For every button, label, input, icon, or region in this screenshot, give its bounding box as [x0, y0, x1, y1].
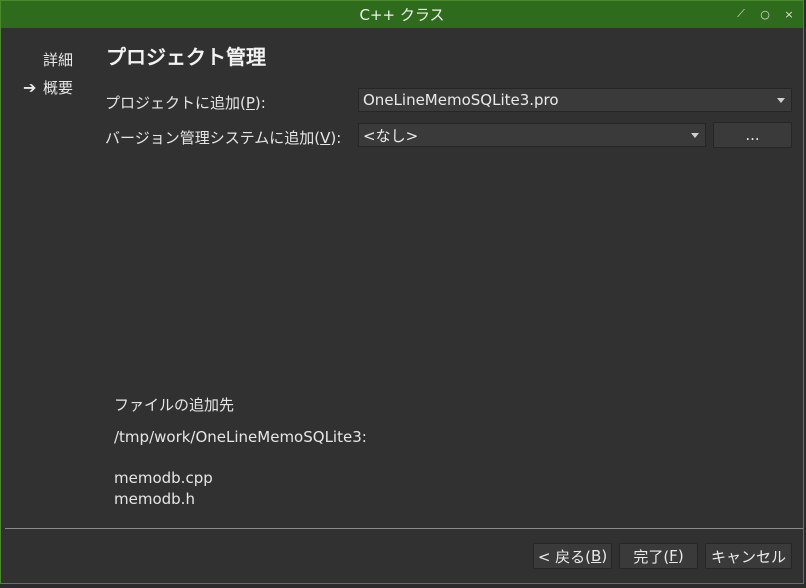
back-button[interactable]: < 戻る(B) — [533, 543, 612, 569]
footer-divider — [5, 528, 803, 529]
files-path: /tmp/work/OneLineMemoSQLite3: — [114, 428, 367, 446]
file-item: memodb.cpp — [114, 469, 213, 487]
step-details: 詳細 — [23, 45, 73, 73]
step-summary: ➔ 概要 — [23, 73, 73, 101]
wizard-steps: 詳細 ➔ 概要 — [23, 45, 73, 101]
add-to-vcs-label: バージョン管理システムに追加(V): — [105, 129, 342, 147]
step-label: 概要 — [43, 78, 74, 97]
project-combobox[interactable]: OneLineMemoSQLite3.pro — [358, 88, 792, 112]
file-item: memodb.h — [114, 490, 195, 508]
page-title: プロジェクト管理 — [106, 45, 266, 69]
files-heading: ファイルの追加先 — [114, 396, 235, 414]
chevron-down-icon — [691, 133, 699, 138]
wizard-window: C++ クラス ⟋ ○ × 詳細 ➔ 概要 プロジェクト管理 プロジェクトに追加… — [0, 0, 804, 584]
current-step-arrow-icon: ➔ — [23, 77, 37, 97]
vcs-combobox[interactable]: <なし> — [358, 123, 706, 147]
step-label: 詳細 — [43, 50, 74, 69]
cancel-button[interactable]: キャンセル — [705, 543, 792, 569]
finish-button[interactable]: 完了(F) — [619, 543, 698, 569]
add-to-project-label: プロジェクトに追加(P): — [105, 94, 266, 112]
project-combobox-value: OneLineMemoSQLite3.pro — [363, 91, 559, 109]
window-title: C++ クラス — [359, 6, 445, 24]
vcs-combobox-value: <なし> — [363, 126, 419, 145]
close-icon[interactable]: × — [781, 5, 797, 23]
title-bar: C++ クラス ⟋ ○ × — [1, 1, 803, 28]
vcs-config-button[interactable]: ... — [713, 122, 792, 148]
chevron-down-icon — [777, 98, 785, 103]
window-controls: ⟋ ○ × — [733, 5, 797, 23]
maximize-icon[interactable]: ○ — [757, 5, 773, 23]
minimize-icon[interactable]: ⟋ — [733, 5, 749, 23]
